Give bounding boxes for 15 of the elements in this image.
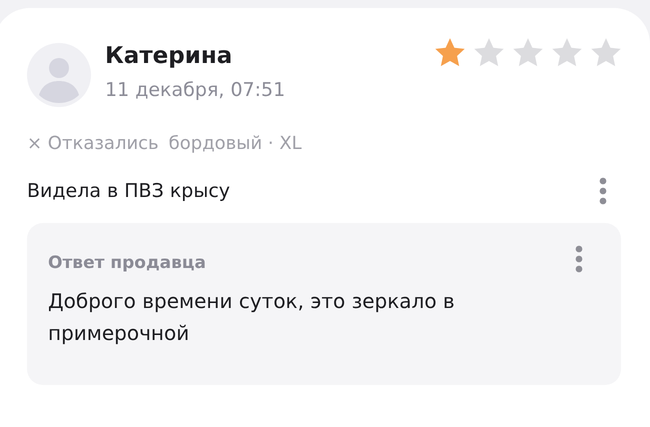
more-icon[interactable] <box>599 177 607 205</box>
more-icon[interactable] <box>575 245 583 273</box>
review-date: 11 декабря, 07:51 <box>105 78 286 103</box>
star-icon <box>591 38 621 67</box>
order-tag: × Отказались <box>27 131 159 157</box>
star-icon <box>474 38 504 67</box>
avatar-icon <box>27 43 91 107</box>
reply-title: Ответ продавца <box>48 253 206 273</box>
review-text: Видела в ПВЗ крысу <box>27 180 230 202</box>
author-name: Катерина <box>105 42 234 71</box>
star-icon <box>435 38 465 67</box>
star-icon <box>552 38 582 67</box>
order-tag: бордовый · XL <box>168 131 302 157</box>
reply-text: Доброго времени суток, это зеркало в примерочной <box>48 288 456 347</box>
star-icon <box>513 38 543 67</box>
